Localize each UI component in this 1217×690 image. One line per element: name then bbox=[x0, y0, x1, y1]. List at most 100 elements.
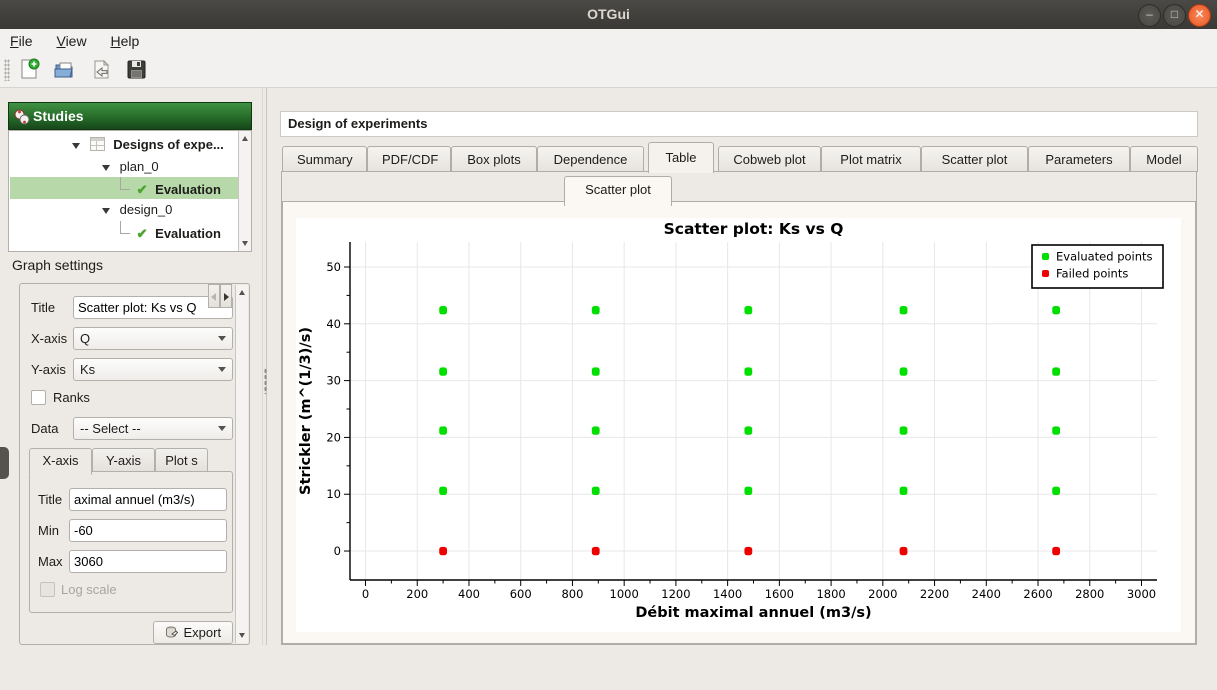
tab-boxplots[interactable]: Box plots bbox=[451, 146, 537, 172]
axis-settings-pane: Title Min Max Log scale bbox=[29, 471, 233, 613]
tab-scatter-plot[interactable]: Scatter plot bbox=[921, 146, 1028, 172]
menubar: File View Help bbox=[0, 29, 1217, 53]
tab-yaxis[interactable]: Y-axis bbox=[92, 448, 155, 472]
tree-item-label: design_0 bbox=[120, 202, 173, 217]
titlebar[interactable]: OTGui – □ ✕ bbox=[0, 0, 1217, 30]
svg-text:10: 10 bbox=[326, 487, 341, 501]
svg-text:3000: 3000 bbox=[1127, 587, 1156, 601]
title-label: Title bbox=[31, 296, 55, 319]
svg-text:30: 30 bbox=[326, 374, 341, 388]
axis-title-input[interactable] bbox=[69, 488, 227, 511]
svg-text:50: 50 bbox=[326, 260, 341, 274]
yaxis-label: Y-axis bbox=[31, 358, 66, 381]
xaxis-select[interactable]: Q bbox=[73, 327, 233, 350]
svg-text:1000: 1000 bbox=[610, 587, 639, 601]
svg-text:0: 0 bbox=[362, 587, 369, 601]
graph-settings-title: Graph settings bbox=[12, 257, 103, 273]
open-folder-icon[interactable] bbox=[52, 57, 78, 83]
tree-item-plan0[interactable]: plan_0 bbox=[10, 156, 238, 178]
toolbar bbox=[0, 53, 1217, 88]
splitter[interactable] bbox=[262, 88, 267, 645]
tab-model[interactable]: Model bbox=[1130, 146, 1198, 172]
maximize-icon[interactable]: □ bbox=[1163, 4, 1186, 27]
tree-item-label: Designs of expe... bbox=[113, 137, 224, 152]
menu-view[interactable]: View bbox=[46, 29, 96, 53]
studies-panel-header: Studies bbox=[8, 102, 252, 130]
tab-dependence[interactable]: Dependence bbox=[537, 146, 644, 172]
panel-handle[interactable] bbox=[0, 447, 9, 479]
tree-item-evaluation-design0[interactable]: ✔ Evaluation bbox=[10, 221, 238, 243]
subtab-scatter-plot[interactable]: Scatter plot bbox=[564, 176, 672, 206]
tab-summary[interactable]: Summary bbox=[282, 146, 367, 172]
svg-text:40: 40 bbox=[326, 317, 341, 331]
save-icon[interactable] bbox=[124, 57, 150, 83]
settings-scrollbar[interactable] bbox=[235, 285, 248, 643]
svg-text:800: 800 bbox=[561, 587, 583, 601]
tab-scroll-left-icon[interactable] bbox=[208, 284, 220, 308]
minimize-icon[interactable]: – bbox=[1138, 4, 1161, 27]
svg-text:20: 20 bbox=[326, 430, 341, 444]
xaxis-selected-value: Q bbox=[80, 331, 90, 346]
graph-settings-panel: Title X-axis Q Y-axis Ks Ranks Data -- S… bbox=[19, 283, 250, 645]
yaxis-selected-value: Ks bbox=[80, 362, 95, 377]
tree-item-evaluation-plan0[interactable]: ✔ Evaluation bbox=[10, 177, 238, 199]
xaxis-label: X-axis bbox=[31, 327, 67, 350]
splitter-grip[interactable] bbox=[264, 368, 267, 394]
import-script-icon[interactable] bbox=[88, 57, 114, 83]
tree-scrollbar[interactable] bbox=[238, 131, 251, 251]
scroll-down-icon[interactable] bbox=[242, 241, 248, 246]
tab-cobweb-plot[interactable]: Cobweb plot bbox=[718, 146, 821, 172]
tree-item-design0[interactable]: design_0 bbox=[10, 199, 238, 221]
tab-parameters[interactable]: Parameters bbox=[1028, 146, 1130, 172]
svg-text:1400: 1400 bbox=[713, 587, 742, 601]
tab-xaxis[interactable]: X-axis bbox=[29, 448, 92, 475]
expander-icon[interactable] bbox=[72, 143, 80, 149]
min-input[interactable] bbox=[69, 519, 227, 542]
tab-plot-matrix[interactable]: Plot matrix bbox=[821, 146, 921, 172]
toolbar-grip[interactable] bbox=[4, 59, 10, 81]
study-tree: Designs of expe... plan_0 ✔ Evaluation d… bbox=[8, 130, 252, 252]
otgui-window: OTGui – □ ✕ File View Help bbox=[0, 0, 1217, 690]
svg-text:1200: 1200 bbox=[661, 587, 690, 601]
svg-text:2600: 2600 bbox=[1023, 587, 1052, 601]
tree-connector bbox=[120, 177, 130, 190]
tab-scroll-right-icon[interactable] bbox=[220, 284, 232, 308]
log-scale-checkbox bbox=[40, 582, 55, 597]
menu-file[interactable]: File bbox=[0, 29, 43, 53]
expander-icon[interactable] bbox=[102, 165, 110, 171]
chevron-down-icon bbox=[218, 336, 226, 341]
yaxis-select[interactable]: Ks bbox=[73, 358, 233, 381]
svg-text:2400: 2400 bbox=[972, 587, 1001, 601]
data-select[interactable]: -- Select -- bbox=[73, 417, 233, 440]
tree-item-designs[interactable]: Designs of expe... bbox=[10, 134, 238, 156]
expander-icon[interactable] bbox=[102, 208, 110, 214]
svg-text:Evaluated points: Evaluated points bbox=[1056, 250, 1153, 264]
tab-table[interactable]: Table bbox=[648, 142, 714, 173]
menu-help[interactable]: Help bbox=[100, 29, 149, 53]
svg-text:0: 0 bbox=[334, 544, 341, 558]
svg-text:2000: 2000 bbox=[868, 587, 897, 601]
green-check-icon: ✔ bbox=[137, 226, 148, 241]
export-button[interactable]: Export bbox=[153, 621, 233, 644]
max-input[interactable] bbox=[69, 550, 227, 573]
close-icon[interactable]: ✕ bbox=[1188, 4, 1211, 27]
page-title: Design of experiments bbox=[280, 111, 1198, 137]
chevron-down-icon bbox=[218, 426, 226, 431]
max-label: Max bbox=[38, 550, 63, 573]
tree-item-label: Evaluation bbox=[155, 226, 221, 241]
scroll-down-icon[interactable] bbox=[239, 633, 245, 638]
scroll-up-icon[interactable] bbox=[239, 290, 245, 295]
ranks-checkbox[interactable] bbox=[31, 390, 46, 405]
axis-title-label: Title bbox=[38, 488, 62, 511]
tab-pdfcdf[interactable]: PDF/CDF bbox=[367, 146, 451, 172]
svg-text:200: 200 bbox=[406, 587, 428, 601]
scroll-up-icon[interactable] bbox=[242, 136, 248, 141]
tab-plot-style[interactable]: Plot s bbox=[155, 448, 208, 472]
data-selected-value: -- Select -- bbox=[80, 421, 141, 436]
svg-text:Scatter plot: Ks vs Q: Scatter plot: Ks vs Q bbox=[664, 220, 844, 238]
new-document-icon[interactable] bbox=[16, 57, 42, 83]
data-label: Data bbox=[31, 417, 58, 440]
tree-item-label: Evaluation bbox=[155, 182, 221, 197]
chevron-down-icon bbox=[218, 367, 226, 372]
svg-text:1600: 1600 bbox=[765, 587, 794, 601]
